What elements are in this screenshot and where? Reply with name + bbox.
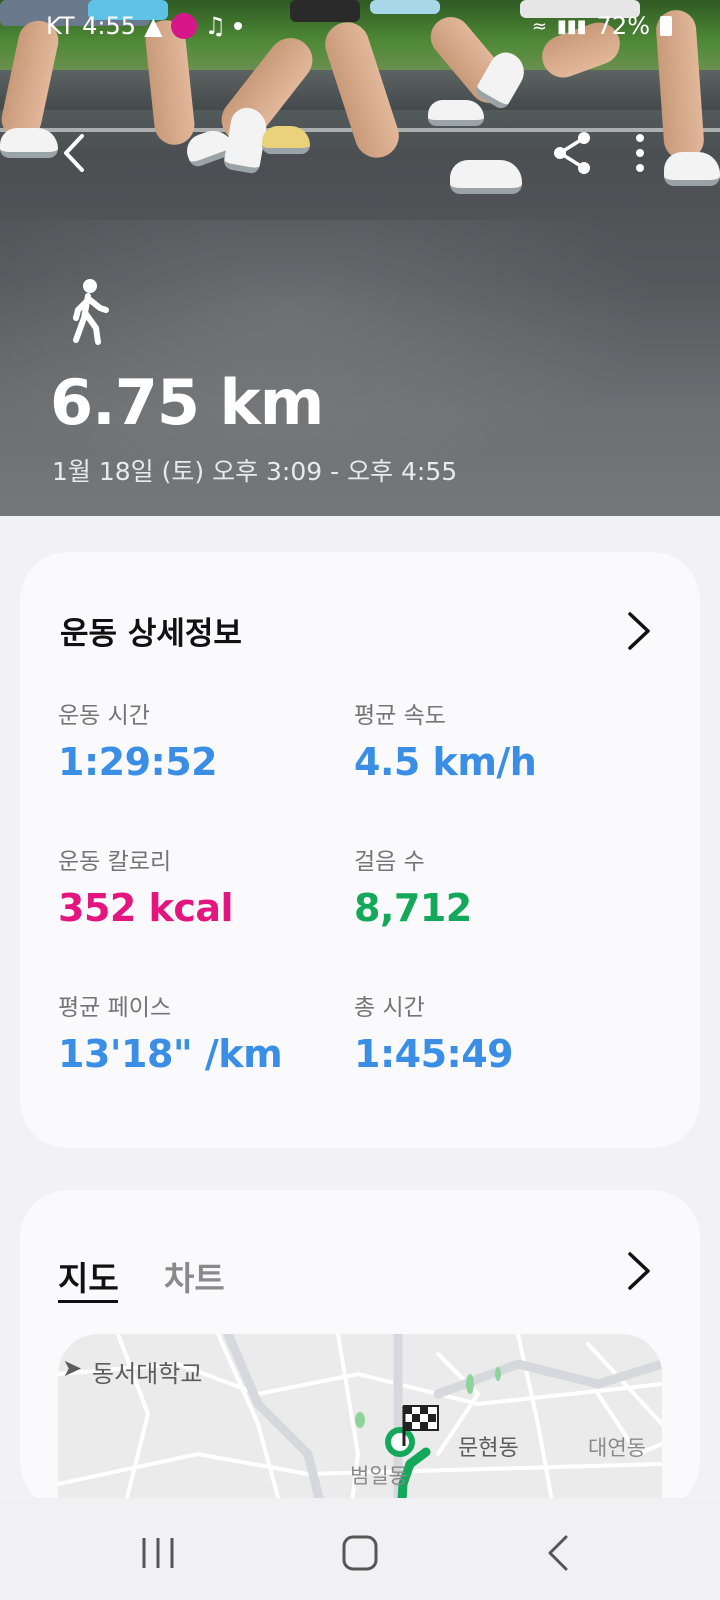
back-icon <box>548 1535 568 1571</box>
stat-label: 평균 페이스 <box>58 995 172 1021</box>
map-label-daeyeon: 대연동 <box>588 1436 646 1460</box>
map-pin-icon: ➤ <box>62 1354 83 1382</box>
recent-apps-icon <box>142 1538 174 1568</box>
stat-label: 총 시간 <box>354 995 425 1021</box>
stat-value: 1:29:52 <box>58 740 218 784</box>
signal-icon: ▮▮▮ <box>556 15 587 37</box>
chevron-left-icon <box>64 134 84 172</box>
map-chart-card: 지도 차트 ➤ 동서대학교 문현동 대연동 범일동 <box>20 1190 700 1510</box>
notification-icon: ▲ <box>144 12 163 40</box>
route-map[interactable]: ➤ 동서대학교 문현동 대연동 범일동 <box>58 1334 662 1510</box>
stat-workout-time: 운동 시간 1:29:52 <box>58 696 218 784</box>
details-card-title: 운동 상세정보 <box>60 616 242 652</box>
stat-value: 4.5 km/h <box>354 740 537 784</box>
more-vertical-icon <box>636 134 644 172</box>
tab-map-underline <box>58 1300 118 1303</box>
stat-average-speed: 평균 속도 4.5 km/h <box>354 696 537 784</box>
system-back-button[interactable] <box>530 1528 590 1578</box>
runner-shoe <box>664 152 720 186</box>
share-icon <box>554 132 590 174</box>
wifi-icon: ≈ <box>531 15 547 37</box>
map-label-beomil: 범일동 <box>350 1464 408 1488</box>
tab-chart[interactable]: 차트 <box>164 1252 225 1300</box>
workout-details-card: 운동 상세정보 운동 시간 1:29:52 평균 속도 4.5 km/h 운동 … <box>20 552 700 1148</box>
more-options-button[interactable] <box>620 128 660 178</box>
stat-label: 평균 속도 <box>354 703 446 729</box>
battery-icon <box>660 16 672 36</box>
recent-apps-button[interactable] <box>128 1528 188 1578</box>
stat-value: 8,712 <box>354 886 472 930</box>
runner-shoe <box>0 128 58 158</box>
tab-map[interactable]: 지도 <box>58 1252 119 1300</box>
stat-value: 1:45:49 <box>354 1032 514 1076</box>
carrier-time: KT 4:55 <box>46 12 137 40</box>
chevron-right-icon <box>628 612 650 650</box>
music-note-icon: ♫ <box>204 12 227 40</box>
runner-shoe <box>262 126 310 154</box>
home-button[interactable] <box>330 1528 390 1578</box>
stat-calories: 운동 칼로리 352 kcal <box>58 842 234 930</box>
stat-value: 13'18" /km <box>58 1032 283 1076</box>
map-label-university: 동서대학교 <box>92 1360 203 1388</box>
stat-total-time: 총 시간 1:45:49 <box>354 988 514 1076</box>
busan-app-badge-icon <box>170 13 197 39</box>
runner-shoe <box>428 100 484 126</box>
battery-percent: 72% <box>596 12 650 40</box>
system-navigation-bar <box>0 1498 720 1600</box>
more-notifications-dot-icon <box>234 22 243 30</box>
total-distance: 6.75 km <box>50 366 324 439</box>
walking-person-icon <box>64 278 114 348</box>
back-button[interactable] <box>52 128 102 178</box>
stat-label: 운동 칼로리 <box>58 849 172 875</box>
workout-date-range: 1월 18일 (토) 오후 3:09 - 오후 4:55 <box>52 457 458 486</box>
stat-steps: 걸음 수 8,712 <box>354 842 472 930</box>
stat-label: 운동 시간 <box>58 703 150 729</box>
stat-value: 352 kcal <box>58 886 234 930</box>
runner-shoe <box>450 160 522 194</box>
stat-label: 걸음 수 <box>354 849 425 875</box>
stat-average-pace: 평균 페이스 13'18" /km <box>58 988 283 1076</box>
chevron-right-icon <box>628 1252 650 1290</box>
details-expand-button[interactable] <box>620 606 656 656</box>
map-label-munhyeon: 문현동 <box>458 1436 519 1461</box>
status-bar: KT 4:55 ▲ ♫ ≈ ▮▮▮ 72% <box>0 0 720 52</box>
home-icon <box>342 1535 378 1571</box>
share-button[interactable] <box>548 128 598 178</box>
map-expand-button[interactable] <box>620 1246 656 1296</box>
